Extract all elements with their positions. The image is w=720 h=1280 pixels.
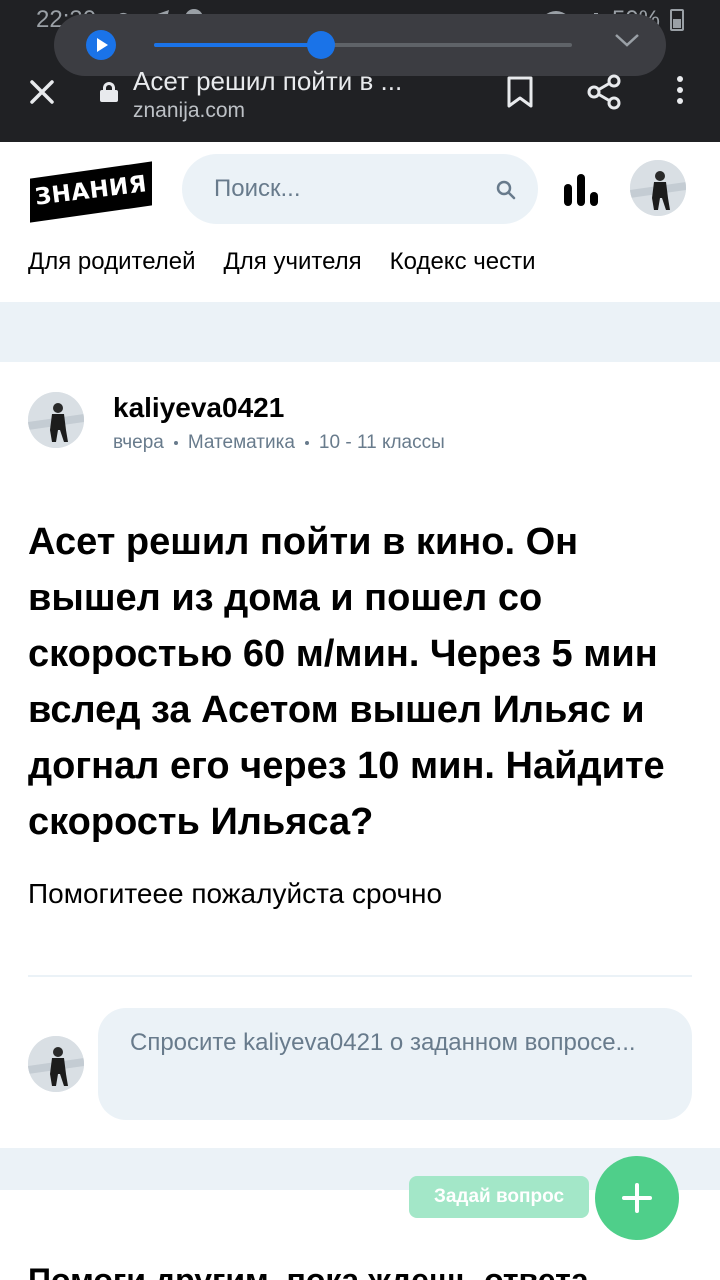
logo[interactable]: ЗНАНИЯ (30, 161, 152, 223)
close-icon[interactable] (24, 74, 60, 110)
leaderboard-icon[interactable] (564, 174, 598, 206)
site-nav: Для родителей Для учителя Кодекс чести (28, 248, 535, 276)
share-icon[interactable] (586, 74, 622, 110)
author-name[interactable]: kaliyeva0421 (113, 392, 284, 424)
nav-honor-code[interactable]: Кодекс чести (390, 248, 536, 276)
tab-title[interactable]: Асет решил пойти в ... (133, 66, 473, 98)
commenter-avatar (28, 1036, 84, 1092)
separator-dot (173, 441, 178, 445)
chevron-down-icon[interactable] (614, 32, 640, 48)
section-divider (0, 302, 720, 362)
search-box[interactable] (182, 154, 538, 224)
user-avatar[interactable] (630, 160, 686, 216)
question-card: kaliyeva0421 вчера Математика 10 - 11 кл… (0, 362, 720, 1148)
seek-handle[interactable] (307, 31, 336, 59)
lock-icon (100, 82, 118, 102)
question-grade: 10 - 11 классы (318, 432, 445, 453)
divider (28, 975, 692, 977)
ask-question-button[interactable]: Задай вопрос (409, 1176, 589, 1218)
question-subject[interactable]: Математика (188, 432, 295, 454)
bookmark-icon[interactable] (506, 76, 534, 108)
battery-icon (670, 9, 684, 31)
play-icon[interactable] (86, 30, 116, 60)
question-text: Асет решил пойти в кино. Он вышел из дом… (28, 521, 665, 843)
url-text[interactable]: znanija.com (133, 99, 245, 123)
question-time: вчера (113, 432, 164, 453)
media-seekbar[interactable] (154, 31, 572, 59)
site-header: ЗНАНИЯ Для родителей Для учителя Кодекс … (0, 142, 720, 302)
author-avatar[interactable] (28, 392, 84, 448)
search-icon[interactable] (496, 180, 516, 200)
help-title: Помоги другим, пока ждешь ответа (28, 1262, 589, 1280)
more-menu-icon[interactable] (672, 76, 688, 108)
add-question-fab[interactable] (595, 1156, 679, 1240)
search-input[interactable] (214, 154, 484, 224)
question-extra: Помогитеее пожалуйста срочно (28, 878, 443, 909)
nav-parents[interactable]: Для родителей (28, 248, 196, 276)
browser-chrome: 22:30 50% Асет решил пойти в ... znanija… (0, 0, 720, 142)
separator-dot (304, 441, 309, 445)
question-meta: вчера Математика 10 - 11 классы (113, 432, 445, 454)
comment-input[interactable]: Спросите kaliyeva0421 о заданном вопросе… (98, 1008, 692, 1120)
nav-teachers[interactable]: Для учителя (224, 248, 362, 276)
logo-text: ЗНАНИЯ (33, 171, 149, 211)
media-progress (154, 43, 322, 47)
